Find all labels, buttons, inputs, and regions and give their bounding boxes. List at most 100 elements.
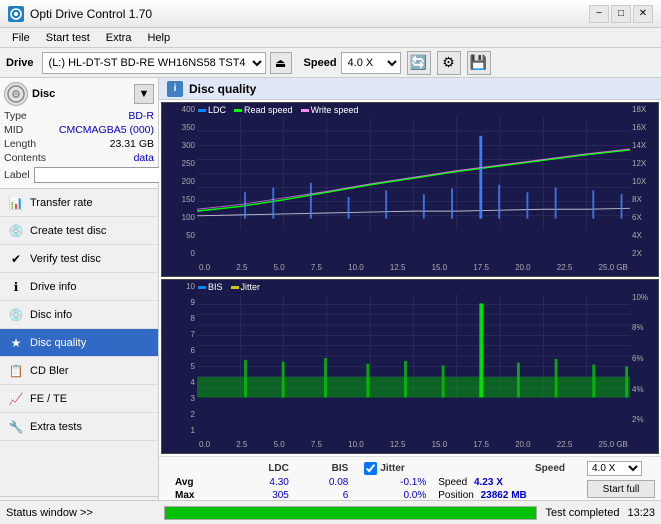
speed-label-text: Speed — [438, 477, 467, 488]
ldc-chart-legend: LDC Read speed Write speed — [198, 105, 358, 115]
status-text: Test completed — [545, 507, 619, 519]
window-controls[interactable]: − □ ✕ — [589, 5, 653, 23]
drive-info-label: Drive info — [30, 281, 76, 293]
status-time: 13:23 — [627, 507, 655, 519]
label-input[interactable] — [34, 167, 172, 183]
type-value: BD-R — [128, 110, 154, 122]
sidebar-item-drive-info[interactable]: ℹ Drive info — [0, 273, 158, 301]
avg-jitter: -0.1% — [356, 476, 434, 489]
sidebar: Disc ▼ Type BD-R MID CMCMAGBA5 (000) Len… — [0, 78, 159, 524]
legend-bis-label: BIS — [208, 282, 223, 292]
sidebar-item-transfer-rate[interactable]: 📊 Transfer rate — [0, 189, 158, 217]
avg-bis: 0.08 — [297, 476, 356, 489]
extra-tests-icon: 🔧 — [8, 419, 24, 435]
speed-static-label: Speed 4.23 X — [434, 476, 573, 489]
sidebar-item-create-test-disc[interactable]: 💿 Create test disc — [0, 217, 158, 245]
minimize-button[interactable]: − — [589, 5, 609, 23]
cd-bler-icon: 📋 — [8, 363, 24, 379]
sidebar-nav: 📊 Transfer rate 💿 Create test disc ✔ Ver… — [0, 189, 158, 496]
disc-type-row: Type BD-R — [4, 110, 154, 122]
legend-read-speed-label: Read speed — [244, 105, 293, 115]
menu-start-test[interactable]: Start test — [38, 30, 98, 46]
legend-ldc-label: LDC — [208, 105, 226, 115]
ldc-chart: LDC Read speed Write speed 400 350 30 — [161, 102, 659, 277]
ldc-x-axis: 0.0 2.5 5.0 7.5 10.0 12.5 15.0 17.5 20.0… — [197, 258, 630, 276]
eject-button[interactable]: ⏏ — [270, 52, 292, 74]
disc-length-row: Length 23.31 GB — [4, 138, 154, 150]
content-area: i Disc quality LDC Read speed — [159, 78, 661, 524]
maximize-button[interactable]: □ — [611, 5, 631, 23]
length-value: 23.31 GB — [110, 138, 154, 150]
disc-mid-row: MID CMCMAGBA5 (000) — [4, 124, 154, 136]
bottom-status-window-button[interactable]: Status window >> — [6, 507, 156, 519]
menu-bar: File Start test Extra Help — [0, 28, 661, 48]
bis-y-axis-right: 10% 8% 6% 4% 2% — [630, 280, 658, 435]
speed-select[interactable]: 4.0 X — [341, 52, 401, 74]
bis-y-axis-left: 10 9 8 7 6 5 4 3 2 1 — [162, 280, 197, 435]
disc-quality-header-icon: i — [167, 81, 183, 97]
ldc-chart-svg — [197, 117, 630, 230]
drive-label: Drive — [6, 57, 34, 69]
sidebar-item-fe-te[interactable]: 📈 FE / TE — [0, 385, 158, 413]
transfer-rate-label: Transfer rate — [30, 197, 93, 209]
bis-x-axis: 0.0 2.5 5.0 7.5 10.0 12.5 15.0 17.5 20.0… — [197, 435, 630, 453]
menu-help[interactable]: Help — [139, 30, 178, 46]
disc-icon — [4, 82, 28, 106]
jitter-checkbox-area: Jitter — [364, 462, 426, 475]
disc-panel: Disc ▼ Type BD-R MID CMCMAGBA5 (000) Len… — [0, 78, 158, 189]
col-header-bis: BIS — [297, 461, 356, 476]
close-button[interactable]: ✕ — [633, 5, 653, 23]
config-button[interactable]: ⚙ — [437, 51, 461, 75]
menu-file[interactable]: File — [4, 30, 38, 46]
drive-select[interactable]: (L:) HL-DT-ST BD-RE WH16NS58 TST4 — [42, 52, 266, 74]
type-label: Type — [4, 110, 27, 122]
disc-info-label: Disc info — [30, 309, 72, 321]
fe-te-label: FE / TE — [30, 393, 67, 405]
disc-contents-row: Contents data — [4, 152, 154, 164]
refresh-button[interactable]: 🔄 — [407, 51, 431, 75]
ldc-y-axis-left: 400 350 300 250 200 150 100 50 0 — [162, 103, 197, 258]
legend-jitter-label: Jitter — [241, 282, 261, 292]
start-full-button[interactable]: Start full — [587, 480, 655, 498]
length-label: Length — [4, 138, 36, 150]
sidebar-item-disc-quality[interactable]: ★ Disc quality — [0, 329, 158, 357]
progress-fill — [165, 507, 536, 519]
legend-jitter: Jitter — [231, 282, 261, 292]
sidebar-item-verify-test-disc[interactable]: ✔ Verify test disc — [0, 245, 158, 273]
window-title: Opti Drive Control 1.70 — [30, 7, 152, 21]
drive-bar: Drive (L:) HL-DT-ST BD-RE WH16NS58 TST4 … — [0, 48, 661, 78]
charts-area: LDC Read speed Write speed 400 350 30 — [159, 100, 661, 456]
verify-test-disc-icon: ✔ — [8, 251, 24, 267]
ldc-y-axis-right: 18X 16X 14X 12X 10X 8X 6X 4X 2X — [630, 103, 658, 258]
disc-quality-label: Disc quality — [30, 337, 86, 349]
speed-select-small[interactable]: 4.0 X — [587, 461, 642, 476]
avg-ldc: 4.30 — [221, 476, 297, 489]
disc-quality-title: Disc quality — [189, 82, 256, 96]
verify-test-disc-label: Verify test disc — [30, 253, 101, 265]
fe-te-icon: 📈 — [8, 391, 24, 407]
disc-options-button[interactable]: ▼ — [134, 84, 154, 104]
jitter-check-label: Jitter — [380, 463, 404, 474]
disc-label-row: Label ✎ — [4, 166, 154, 184]
title-bar: Opti Drive Control 1.70 − □ ✕ — [0, 0, 661, 28]
sidebar-item-extra-tests[interactable]: 🔧 Extra tests — [0, 413, 158, 441]
app-icon — [8, 6, 24, 22]
col-header-ldc: LDC — [221, 461, 297, 476]
col-header-empty — [167, 461, 221, 476]
bottom-status-bar: Status window >> Test completed 13:23 — [0, 500, 661, 524]
create-test-disc-icon: 💿 — [8, 223, 24, 239]
legend-read-speed: Read speed — [234, 105, 293, 115]
contents-value: data — [134, 152, 154, 164]
main-layout: Disc ▼ Type BD-R MID CMCMAGBA5 (000) Len… — [0, 78, 661, 524]
sidebar-item-disc-info[interactable]: 💿 Disc info — [0, 301, 158, 329]
menu-extra[interactable]: Extra — [98, 30, 140, 46]
sidebar-item-cd-bler[interactable]: 📋 CD Bler — [0, 357, 158, 385]
legend-write-speed-label: Write speed — [311, 105, 359, 115]
save-button[interactable]: 💾 — [467, 51, 491, 75]
legend-bis: BIS — [198, 282, 223, 292]
legend-ldc: LDC — [198, 105, 226, 115]
jitter-checkbox[interactable] — [364, 462, 377, 475]
bis-chart-legend: BIS Jitter — [198, 282, 260, 292]
extra-tests-label: Extra tests — [30, 421, 82, 433]
label-label: Label — [4, 169, 30, 181]
